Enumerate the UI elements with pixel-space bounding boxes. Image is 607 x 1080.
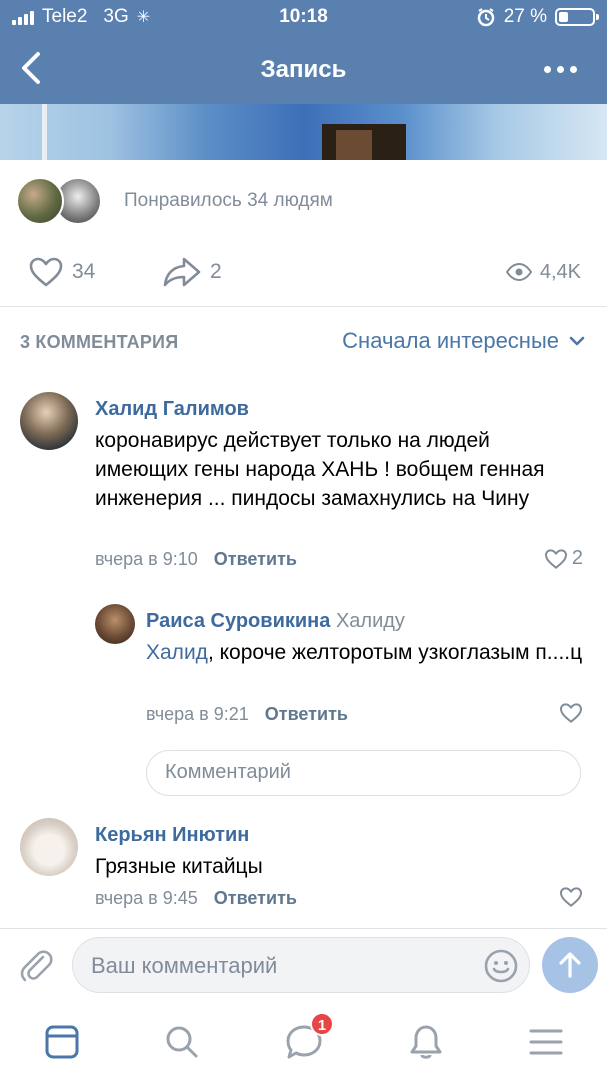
comment-time: вчера в 9:45	[95, 888, 198, 908]
post-image[interactable]	[0, 104, 607, 160]
thread-reply-field[interactable]: Комментарий	[146, 750, 581, 796]
comment-meta: вчера в 9:21 Ответить	[146, 704, 348, 725]
battery-fill	[559, 12, 568, 22]
thread-reply-placeholder: Комментарий	[165, 761, 291, 783]
comment-text: Грязные китайцы	[95, 855, 263, 878]
battery-icon	[555, 8, 599, 26]
app-header: Tele2 3G ✳ 10:18 27 % Запись	[0, 0, 607, 104]
news-icon	[45, 1025, 79, 1059]
comment-text: Халид, короче желторотым узкоглазым п...…	[146, 638, 586, 667]
comment-author: Раиса Суровикина Халиду	[146, 610, 405, 633]
avatar	[16, 177, 64, 225]
avatar[interactable]	[20, 818, 78, 876]
battery-percent: 27 %	[503, 6, 547, 27]
comment: Керьян Инютин Грязные китайцы вчера в 9:…	[0, 818, 607, 918]
eye-icon	[505, 263, 532, 281]
comment-text-body: , короче желторотым узкоглазым п....ц	[207, 641, 583, 664]
arrow-up-icon	[559, 952, 581, 978]
sort-dropdown[interactable]: Сначала интересные	[342, 328, 585, 354]
heart-icon	[560, 703, 582, 723]
comment-input-wrapper	[72, 937, 530, 993]
avatar[interactable]	[95, 604, 135, 644]
comment-meta: вчера в 9:45 Ответить	[95, 888, 297, 909]
more-horizontal-icon[interactable]	[544, 66, 577, 73]
comment-composer	[0, 928, 607, 1004]
send-button[interactable]	[542, 937, 598, 993]
comment-text: коронавирус действует только на людей им…	[95, 429, 545, 510]
search-icon	[166, 1026, 198, 1058]
share-icon	[163, 257, 201, 287]
comment-author[interactable]: Керьян Инютин	[95, 824, 249, 847]
nav-bar: Запись	[0, 36, 607, 104]
reply-to-label[interactable]: Халиду	[336, 610, 405, 632]
menu-icon	[529, 1029, 563, 1055]
alarm-icon	[477, 8, 494, 27]
attach-icon[interactable]	[16, 945, 56, 985]
tab-bar: 1	[0, 1004, 607, 1080]
avatar[interactable]	[20, 392, 78, 450]
reply-button[interactable]: Ответить	[265, 704, 348, 724]
views-indicator: 4,4K	[505, 252, 581, 292]
post-actions: 34 2 4,4K	[28, 252, 581, 292]
comment-like-button[interactable]: 2	[544, 547, 583, 570]
messages-badge: 1	[310, 1012, 334, 1036]
comments-count: 3 КОММЕНТАРИЯ	[20, 332, 179, 352]
comment-like-button[interactable]	[559, 702, 583, 724]
share-button[interactable]: 2	[162, 252, 222, 292]
divider	[0, 306, 607, 307]
shares-count: 2	[210, 260, 222, 283]
likes-count: 34	[72, 260, 96, 283]
notifications-icon	[410, 1025, 442, 1059]
status-bar: Tele2 3G ✳ 10:18 27 %	[0, 0, 607, 36]
tab-news[interactable]	[38, 1018, 86, 1066]
tab-messages[interactable]: 1	[280, 1012, 334, 1066]
mention-link[interactable]: Халид	[146, 641, 208, 664]
emoji-icon[interactable]	[483, 948, 519, 984]
tab-notifications[interactable]	[402, 1018, 450, 1066]
comment-likes-count: 2	[571, 547, 583, 569]
comment-reply: Раиса Суровикина Халиду Халид, короче же…	[0, 604, 607, 734]
likes-summary-text: Понравилось 34 людям	[124, 190, 333, 211]
heart-icon	[560, 887, 582, 907]
comment-like-button[interactable]	[559, 886, 583, 908]
comment-input[interactable]	[91, 950, 471, 982]
views-count: 4,4K	[539, 260, 581, 283]
tab-menu[interactable]	[522, 1018, 570, 1066]
comments-header: 3 КОММЕНТАРИЯ Сначала интересные	[20, 328, 585, 358]
comment-author[interactable]: Халид Галимов	[95, 398, 249, 421]
reply-button[interactable]: Ответить	[214, 549, 297, 569]
page-title: Запись	[260, 56, 347, 83]
comment-time: вчера в 9:21	[146, 704, 249, 724]
chevron-down-icon	[569, 336, 585, 346]
likes-summary[interactable]: Понравилось 34 людям	[16, 176, 333, 226]
comment-time: вчера в 9:10	[95, 549, 198, 569]
heart-icon	[544, 548, 567, 569]
comment-meta: вчера в 9:10 Ответить	[95, 549, 297, 570]
tab-search[interactable]	[158, 1018, 206, 1066]
sort-label: Сначала интересные	[342, 328, 559, 353]
comment: Халид Галимов коронавирус действует толь…	[0, 392, 607, 582]
heart-icon	[29, 257, 63, 287]
comment-author-name[interactable]: Раиса Суровикина	[146, 610, 330, 632]
reply-button[interactable]: Ответить	[214, 888, 297, 908]
like-button[interactable]: 34	[28, 252, 95, 292]
